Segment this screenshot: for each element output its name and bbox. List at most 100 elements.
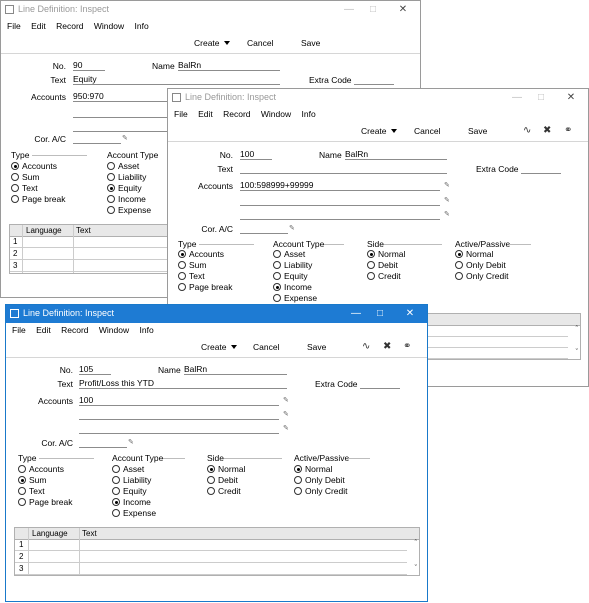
paperclip-icon[interactable]: ⚭	[403, 342, 411, 352]
no-field[interactable]: 90	[73, 60, 105, 71]
table-row[interactable]	[15, 563, 407, 575]
active-passive-radio-only-debit[interactable]: Only Debit	[294, 475, 345, 485]
expand-icon[interactable]: ✖	[383, 342, 391, 352]
side-radio-normal[interactable]: Normal	[367, 249, 405, 259]
account-type-radio-income[interactable]: Income	[112, 497, 151, 507]
type-radio-sum[interactable]: Sum	[18, 475, 46, 485]
menu-record[interactable]: Record	[61, 323, 88, 337]
create-button[interactable]: Create	[201, 342, 237, 352]
accounts-field-1[interactable]: 100:598999+99999	[240, 180, 440, 191]
accounts-field-1[interactable]: 950:970	[73, 91, 169, 102]
cor-ac-field[interactable]	[240, 223, 288, 234]
type-radio-sum[interactable]: Sum	[178, 260, 206, 270]
menu-info[interactable]: Info	[135, 19, 149, 33]
menu-file[interactable]: File	[7, 19, 21, 33]
extra-code-field[interactable]	[521, 163, 561, 174]
account-type-radio-expense[interactable]: Expense	[273, 293, 317, 303]
side-radio-credit[interactable]: Credit	[207, 486, 241, 496]
menu-file[interactable]: File	[12, 323, 26, 337]
paste-special-icon[interactable]: ✎	[122, 134, 128, 142]
side-radio-credit[interactable]: Credit	[367, 271, 401, 281]
close-icon[interactable]: ✕	[399, 306, 421, 322]
menu-info[interactable]: Info	[140, 323, 154, 337]
type-radio-text[interactable]: Text	[178, 271, 205, 281]
active-passive-radio-normal[interactable]: Normal	[455, 249, 493, 259]
menu-edit[interactable]: Edit	[198, 107, 213, 121]
account-type-radio-liability[interactable]: Liability	[112, 475, 151, 485]
type-radio-page-break[interactable]: Page break	[18, 497, 72, 507]
maximize-icon[interactable]: □	[530, 90, 552, 106]
cor-ac-field[interactable]	[73, 133, 121, 144]
account-type-radio-income[interactable]: Income	[107, 194, 146, 204]
extra-code-field[interactable]	[360, 378, 400, 389]
create-button[interactable]: Create	[361, 126, 397, 136]
type-radio-page-break[interactable]: Page break	[178, 282, 232, 292]
paste-special-icon[interactable]: ✎	[128, 438, 134, 446]
menu-edit[interactable]: Edit	[36, 323, 51, 337]
type-radio-page-break[interactable]: Page break	[11, 194, 65, 204]
active-passive-radio-normal[interactable]: Normal	[294, 464, 332, 474]
expand-icon[interactable]: ✖	[543, 126, 551, 136]
name-field[interactable]: BalRn	[184, 364, 287, 375]
text-field[interactable]: Profit/Loss this YTD	[79, 378, 287, 389]
type-radio-sum[interactable]: Sum	[11, 172, 39, 182]
accounts-field-2[interactable]	[73, 107, 169, 118]
menu-file[interactable]: File	[174, 107, 188, 121]
minimize-icon[interactable]: —	[345, 306, 367, 322]
menu-record[interactable]: Record	[56, 19, 83, 33]
side-radio-debit[interactable]: Debit	[367, 260, 398, 270]
type-radio-text[interactable]: Text	[11, 183, 38, 193]
paste-special-icon[interactable]: ✎	[289, 224, 295, 232]
sort-icon[interactable]: ∿	[523, 126, 531, 136]
scroll-down-icon[interactable]: ˇ	[576, 347, 578, 358]
side-radio-debit[interactable]: Debit	[207, 475, 238, 485]
paperclip-icon[interactable]: ⚭	[564, 126, 572, 136]
paste-special-icon[interactable]: ✎	[444, 196, 450, 204]
menu-edit[interactable]: Edit	[31, 19, 46, 33]
account-type-radio-liability[interactable]: Liability	[273, 260, 312, 270]
account-type-radio-liability[interactable]: Liability	[107, 172, 146, 182]
active-passive-radio-only-debit[interactable]: Only Debit	[455, 260, 506, 270]
paste-special-icon[interactable]: ✎	[444, 210, 450, 218]
type-radio-accounts[interactable]: Accounts	[11, 161, 57, 171]
save-button[interactable]: Save	[301, 38, 320, 48]
cancel-button[interactable]: Cancel	[247, 38, 273, 48]
title-bar[interactable]: Line Definition: Inspect — □ ✕	[168, 89, 588, 107]
sort-icon[interactable]: ∿	[362, 342, 370, 352]
close-icon[interactable]: ✕	[560, 90, 582, 106]
account-type-radio-expense[interactable]: Expense	[112, 508, 156, 518]
accounts-field-3[interactable]	[79, 423, 279, 434]
save-button[interactable]: Save	[307, 342, 326, 352]
name-field[interactable]: BalRn	[345, 149, 447, 160]
title-bar[interactable]: Line Definition: Inspect — □ ✕	[6, 305, 427, 323]
account-type-radio-expense[interactable]: Expense	[107, 205, 151, 215]
name-field[interactable]: BalRn	[178, 60, 280, 71]
type-radio-accounts[interactable]: Accounts	[178, 249, 224, 259]
menu-record[interactable]: Record	[223, 107, 250, 121]
text-field[interactable]	[240, 163, 447, 174]
paste-special-icon[interactable]: ✎	[283, 424, 289, 432]
menu-info[interactable]: Info	[302, 107, 316, 121]
minimize-icon[interactable]: —	[506, 90, 528, 106]
text-field[interactable]: Equity	[73, 74, 280, 85]
accounts-field-2[interactable]	[79, 409, 279, 420]
accounts-field-3[interactable]	[240, 209, 440, 220]
table-row[interactable]	[15, 551, 407, 563]
account-type-radio-asset[interactable]: Asset	[273, 249, 305, 259]
accounts-field-3[interactable]	[73, 121, 169, 132]
account-type-radio-income[interactable]: Income	[273, 282, 312, 292]
create-button[interactable]: Create	[194, 38, 230, 48]
account-type-radio-asset[interactable]: Asset	[112, 464, 144, 474]
account-type-radio-asset[interactable]: Asset	[107, 161, 139, 171]
account-type-radio-equity[interactable]: Equity	[112, 486, 147, 496]
save-button[interactable]: Save	[468, 126, 487, 136]
type-radio-accounts[interactable]: Accounts	[18, 464, 64, 474]
no-field[interactable]: 105	[79, 364, 111, 375]
type-radio-text[interactable]: Text	[18, 486, 45, 496]
active-passive-radio-only-credit[interactable]: Only Credit	[294, 486, 348, 496]
scroll-up-icon[interactable]: ˆ	[576, 324, 578, 335]
menu-window[interactable]: Window	[94, 19, 124, 33]
close-icon[interactable]: ✕	[392, 2, 414, 18]
no-field[interactable]: 100	[240, 149, 272, 160]
extra-code-field[interactable]	[354, 74, 394, 85]
